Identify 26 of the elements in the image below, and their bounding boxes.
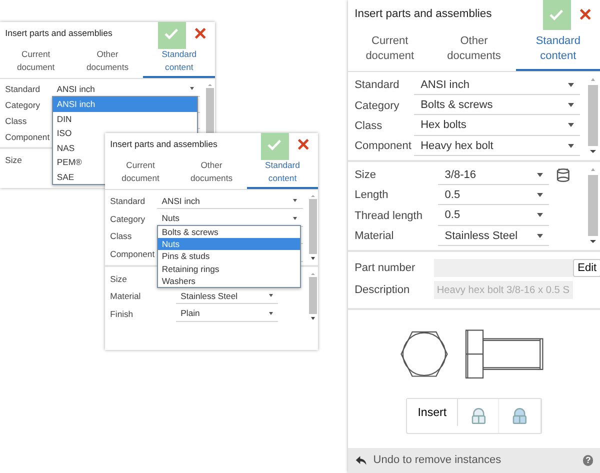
field-label: Component [5, 132, 50, 142]
field-label: Material [110, 291, 141, 302]
field-label: Size [110, 274, 127, 284]
field-label: Class [354, 120, 382, 132]
dialog-title: Insert parts and assemblies [110, 139, 218, 150]
field-label: Description [354, 284, 411, 296]
field-label: Category [5, 100, 40, 110]
field-label: Category [110, 214, 146, 224]
field-label: Material [354, 230, 394, 242]
field-label: Class [5, 116, 27, 126]
field-label: Component [354, 140, 412, 152]
field-label: Length [354, 189, 388, 202]
undo-text: Undo to remove instances [373, 454, 502, 466]
dialog-title: Insert parts and assemblies [354, 8, 493, 20]
field-label: Component [110, 248, 155, 259]
field-label: Size [354, 169, 376, 182]
dialog-title: Insert parts and assemblies [5, 28, 114, 38]
field-label: Standard [5, 84, 40, 94]
field-label: Standard [110, 196, 146, 206]
field-label: Finish [110, 309, 134, 319]
field-label: Thread length [354, 210, 422, 222]
field-label: Part number [354, 262, 416, 274]
field-label: Standard [354, 79, 400, 92]
field-label: Class [110, 231, 132, 242]
field-label: Category [354, 100, 400, 112]
field-label: Size [5, 155, 22, 166]
